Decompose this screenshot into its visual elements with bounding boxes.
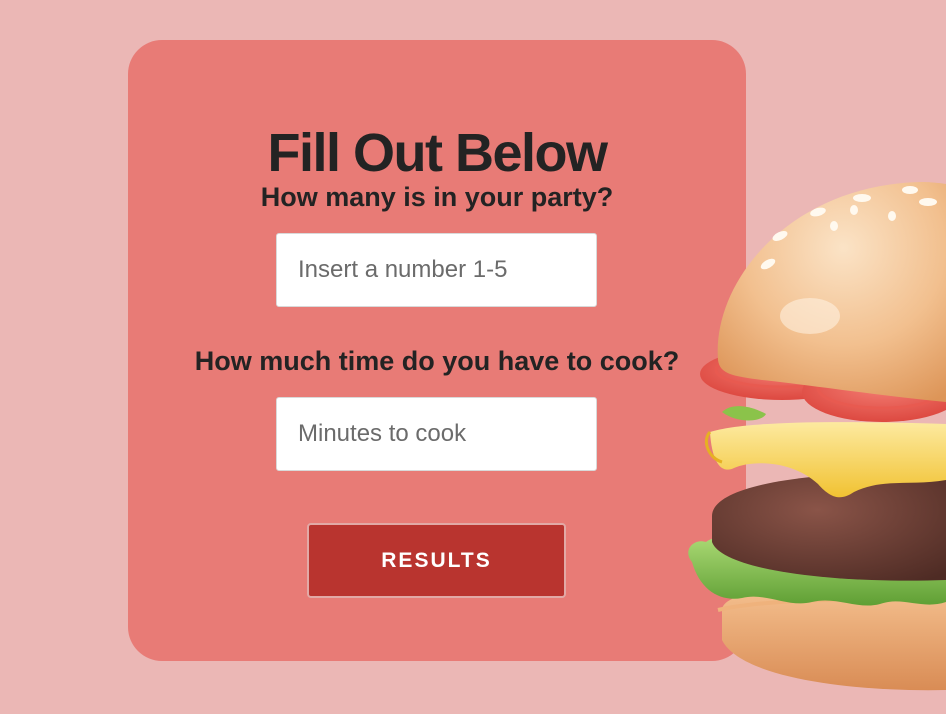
form-card: Fill Out Below How many is in your party…	[128, 40, 746, 661]
party-size-label: How many is in your party?	[260, 182, 614, 212]
form-title: Fill Out Below	[267, 123, 609, 183]
burger-illustration	[688, 182, 946, 691]
results-button[interactable]: RESULTS	[307, 523, 566, 598]
cook-time-input[interactable]	[276, 397, 597, 471]
cook-time-label: How much time do you have to cook?	[194, 346, 680, 376]
party-size-input[interactable]	[276, 233, 597, 307]
